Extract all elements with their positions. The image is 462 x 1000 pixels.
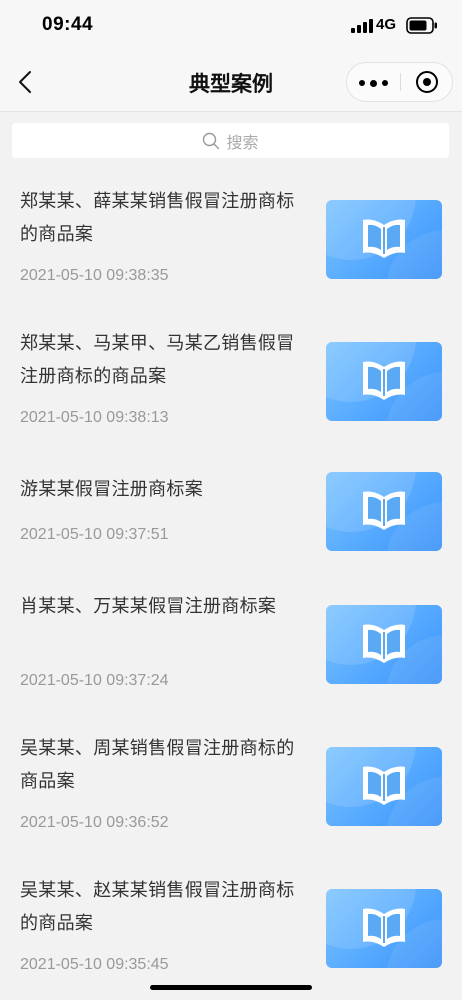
case-thumbnail [326,747,442,826]
case-thumbnail [326,889,442,968]
open-book-icon [363,219,405,258]
target-close-icon[interactable] [401,63,453,101]
case-title: 吴某某、周某销售假冒注册商标的商品案 [20,738,295,792]
signal-icon [351,19,373,33]
list-item[interactable]: 吴某某、周某销售假冒注册商标的商品案 2021-05-10 09:36:52 [0,732,462,844]
battery-icon [406,17,437,34]
case-title: 肖某某、万某某假冒注册商标案 [20,596,277,617]
case-date: 2021-05-10 09:38:13 [20,409,169,426]
case-thumbnail [326,342,442,421]
case-date: 2021-05-10 09:35:45 [20,956,169,973]
list-item[interactable]: 游某某假冒注册商标案 2021-05-10 09:37:51 [0,472,462,553]
list-item[interactable]: 吴某某、赵某某销售假冒注册商标的商品案 2021-05-10 09:35:45 [0,874,462,986]
open-book-icon [363,624,405,663]
case-thumbnail [326,605,442,684]
case-title: 游某某假冒注册商标案 [20,479,203,500]
status-bar: 09:44 4G [0,0,462,52]
search-input[interactable]: 搜索 [12,123,449,158]
case-title: 郑某某、马某甲、马某乙销售假冒注册商标的商品案 [20,333,295,387]
search-placeholder: 搜索 [226,132,259,152]
home-indicator[interactable] [150,985,312,990]
status-time: 09:44 [42,14,94,35]
search-icon [203,132,220,149]
mini-program-capsule [346,62,453,102]
more-dots-icon[interactable] [347,63,400,101]
open-book-icon [363,361,405,400]
list-item[interactable]: 肖某某、万某某假冒注册商标案 2021-05-10 09:37:24 [0,590,462,702]
open-book-icon [363,908,405,947]
case-date: 2021-05-10 09:38:35 [20,267,169,284]
case-title: 郑某某、薛某某销售假冒注册商标的商品案 [20,191,295,245]
list-item[interactable]: 郑某某、马某甲、马某乙销售假冒注册商标的商品案 2021-05-10 09:38… [0,327,462,439]
search-bar: 搜索 [0,112,462,170]
case-date: 2021-05-10 09:37:51 [20,526,169,543]
nav-bar: 典型案例 [0,52,462,112]
case-date: 2021-05-10 09:37:24 [20,672,169,689]
list-item[interactable]: 郑某某、薛某某销售假冒注册商标的商品案 2021-05-10 09:38:35 [0,185,462,297]
case-thumbnail [326,472,442,551]
open-book-icon [363,766,405,805]
case-thumbnail [326,200,442,279]
open-book-icon [363,491,405,530]
network-type: 4G [376,16,397,33]
case-date: 2021-05-10 09:36:52 [20,814,169,831]
case-title: 吴某某、赵某某销售假冒注册商标的商品案 [20,880,295,934]
